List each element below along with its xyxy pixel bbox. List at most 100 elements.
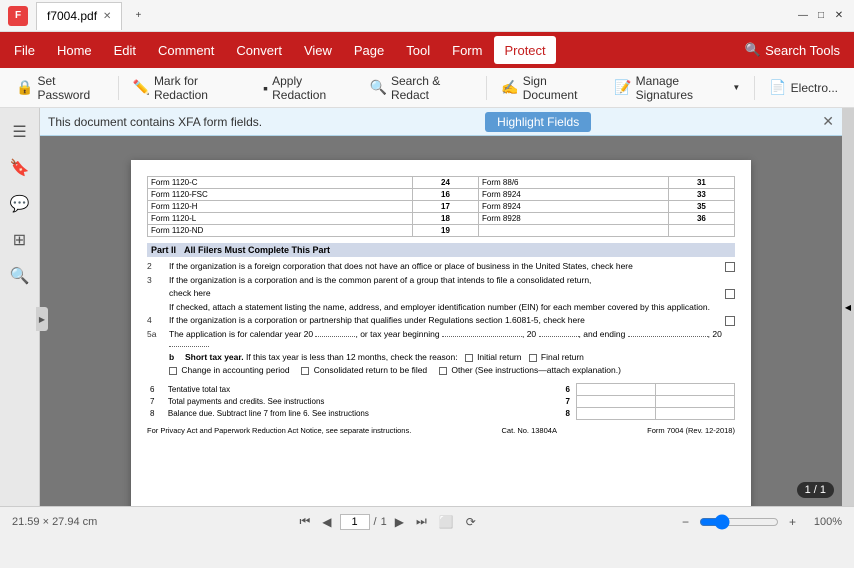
- collapse-panel-btn[interactable]: ▶: [36, 307, 48, 331]
- line-7-row: 7 Total payments and credits. See instru…: [147, 396, 735, 408]
- panel-bookmark-icon[interactable]: 🔖: [4, 152, 36, 184]
- table-cell: Form 8928: [479, 213, 669, 225]
- sign-document-label: Sign Document: [523, 74, 596, 102]
- fit-page-btn[interactable]: ⬜: [435, 513, 458, 531]
- table-cell: 24: [412, 177, 478, 189]
- total-pages: 1: [381, 516, 387, 528]
- search-redact-icon: 🔍: [370, 79, 387, 96]
- zoom-out-btn[interactable]: −: [678, 513, 693, 531]
- table-row: Form 1120-ND 19: [148, 225, 735, 237]
- field-text: If checked, attach a statement listing t…: [169, 302, 735, 312]
- right-panel-collapse[interactable]: ◀: [842, 108, 854, 506]
- line-ref: 6: [559, 384, 577, 396]
- field-checkbox[interactable]: [725, 289, 735, 299]
- next-page-btn[interactable]: ▶: [391, 513, 408, 531]
- field-row-5b: b Short tax year. If this tax year is le…: [147, 352, 735, 362]
- initial-return-checkbox[interactable]: [465, 354, 473, 362]
- other-checkbox[interactable]: [439, 367, 447, 375]
- mark-redaction-label: Mark for Redaction: [154, 74, 245, 102]
- panel-search-icon[interactable]: 🔍: [4, 260, 36, 292]
- field-checkbox[interactable]: [725, 316, 735, 326]
- pdf-area[interactable]: This document contains XFA form fields. …: [40, 108, 842, 506]
- dotted-line: [628, 336, 708, 337]
- table-cell: 33: [668, 189, 734, 201]
- table-cell: 17: [412, 201, 478, 213]
- mark-icon: ✏️: [133, 79, 150, 96]
- table-row: Form 1120-C 24 Form 88/6 31: [148, 177, 735, 189]
- first-page-btn[interactable]: ⏮: [295, 512, 314, 531]
- set-password-btn[interactable]: 🔒 Set Password: [8, 73, 112, 103]
- panel-nav-icon[interactable]: ☰: [4, 116, 36, 148]
- part2-title: All Filers Must Complete This Part: [184, 245, 330, 255]
- field-num: 3: [147, 275, 165, 285]
- field-row-4: 4 If the organization is a corporation o…: [147, 315, 735, 326]
- table-cell: 31: [668, 177, 734, 189]
- page-dimensions: 21.59 × 27.94 cm: [12, 516, 97, 528]
- table-cell: 36: [668, 213, 734, 225]
- page-badge: 1 / 1: [797, 482, 834, 498]
- titlebar-tab[interactable]: f7004.pdf ✕: [36, 2, 122, 30]
- accounting-period-checkbox[interactable]: [169, 367, 177, 375]
- line-section: 6 Tentative total tax 6 7 Total payments…: [147, 383, 735, 420]
- zoom-in-btn[interactable]: +: [785, 513, 800, 531]
- manage-signatures-btn[interactable]: 📝 Manage Signatures ▼: [606, 73, 748, 103]
- close-btn[interactable]: ✕: [832, 9, 846, 23]
- apply-redaction-btn[interactable]: ▪ Apply Redaction: [255, 73, 359, 103]
- set-password-label: Set Password: [37, 74, 103, 102]
- menu-home[interactable]: Home: [47, 36, 102, 64]
- tab-close-btn[interactable]: ✕: [103, 11, 111, 22]
- mark-redaction-btn[interactable]: ✏️ Mark for Redaction: [125, 73, 254, 103]
- highlight-fields-btn[interactable]: Highlight Fields: [485, 112, 591, 132]
- line-ref: 8: [559, 408, 577, 420]
- xfa-close-btn[interactable]: ✕: [822, 113, 834, 130]
- final-return-checkbox[interactable]: [529, 354, 537, 362]
- menu-convert[interactable]: Convert: [226, 36, 292, 64]
- menu-form[interactable]: Form: [442, 36, 492, 64]
- menu-page[interactable]: Page: [344, 36, 394, 64]
- line-num: 7: [147, 396, 165, 408]
- search-redact-label: Search & Redact: [391, 74, 472, 102]
- dotted-line: [169, 346, 209, 347]
- menu-edit[interactable]: Edit: [104, 36, 146, 64]
- prev-page-btn[interactable]: ◀: [318, 513, 335, 531]
- page-number-input[interactable]: [340, 514, 370, 530]
- field-text: If the organization is a corporation or …: [169, 315, 721, 325]
- menu-protect[interactable]: Protect: [494, 36, 555, 64]
- footer-form: Form 7004 (Rev. 12-2018): [647, 426, 735, 435]
- dotted-line: [315, 336, 355, 337]
- apply-icon: ▪: [263, 80, 268, 96]
- menu-view[interactable]: View: [294, 36, 342, 64]
- search-tools-btn[interactable]: 🔍 Search Tools: [735, 38, 850, 62]
- line-value2: [656, 408, 735, 420]
- footer-privacy: For Privacy Act and Paperwork Reduction …: [147, 426, 411, 435]
- table-cell: 19: [412, 225, 478, 237]
- new-tab-btn[interactable]: +: [130, 8, 146, 24]
- field-checkbox[interactable]: [725, 262, 735, 272]
- field-num: 2: [147, 261, 165, 271]
- panel-layers-icon[interactable]: ⊞: [4, 224, 36, 256]
- electronic-btn[interactable]: 📄 Electro...: [761, 73, 846, 103]
- table-row: Form 1120-FSC 16 Form 8924 33: [148, 189, 735, 201]
- menu-file[interactable]: File: [4, 36, 45, 64]
- rotate-btn[interactable]: ⟳: [462, 513, 480, 531]
- table-cell: [479, 225, 669, 237]
- search-icon: 🔍: [745, 42, 761, 58]
- search-redact-btn[interactable]: 🔍 Search & Redact: [362, 73, 481, 103]
- bold-text: Short tax year.: [185, 352, 244, 362]
- dropdown-icon: ▼: [732, 83, 740, 92]
- minimize-btn[interactable]: —: [796, 9, 810, 23]
- last-page-btn[interactable]: ⏭: [412, 512, 431, 531]
- menu-comment[interactable]: Comment: [148, 36, 224, 64]
- panel-comment-icon[interactable]: 💬: [4, 188, 36, 220]
- statusbar: 21.59 × 27.94 cm ⏮ ◀ / 1 ▶ ⏭ ⬜ ⟳ − + 100…: [0, 506, 854, 536]
- consolidated-checkbox[interactable]: [301, 367, 309, 375]
- table-cell: 35: [668, 201, 734, 213]
- toolbar-sep-2: [486, 76, 487, 100]
- menu-tool[interactable]: Tool: [396, 36, 440, 64]
- sign-document-btn[interactable]: ✍ Sign Document: [493, 73, 604, 103]
- toolbar-sep-3: [754, 76, 755, 100]
- zoom-slider[interactable]: [699, 514, 779, 530]
- line-value2: [656, 384, 735, 396]
- maximize-btn[interactable]: □: [814, 9, 828, 23]
- forms-table: Form 1120-C 24 Form 88/6 31 Form 1120-FS…: [147, 176, 735, 237]
